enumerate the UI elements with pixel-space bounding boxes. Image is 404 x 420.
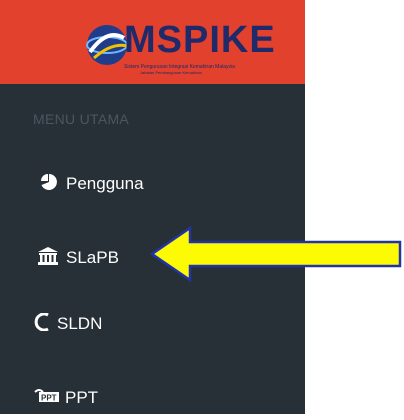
svg-text:SLDN: SLDN	[40, 321, 54, 327]
sidebar-item-sldn[interactable]: SLDN SLDN	[0, 302, 305, 346]
sidebar-item-label: Pengguna	[66, 174, 144, 193]
sidebar-item-pengguna[interactable]: Pengguna	[0, 162, 305, 206]
sidebar-item-label: PPT	[65, 388, 99, 407]
brand-subtitle-secondary: Jabatan Pembangunan Kemahiran	[140, 70, 202, 75]
brand-header[interactable]: MSPIKE Sistem Pengurusan Integrasi Kemah…	[0, 0, 305, 84]
brand-title: MSPIKE	[124, 19, 276, 61]
sidebar: MSPIKE Sistem Pengurusan Integrasi Kemah…	[0, 0, 305, 414]
sidebar-item-ppt[interactable]: PPT PPT	[0, 376, 305, 420]
sidebar-item-label: SLaPB	[66, 248, 119, 267]
annotation-arrow	[150, 225, 402, 283]
sldn-logo-icon: SLDN	[34, 312, 56, 336]
svg-text:PPT: PPT	[41, 393, 57, 402]
pie-chart-icon	[40, 173, 58, 196]
ppt-logo-icon: PPT	[33, 388, 59, 409]
sidebar-item-label: SLDN	[57, 314, 103, 333]
menu-section-header: MENU UTAMA	[33, 111, 130, 127]
bank-icon	[38, 246, 58, 270]
